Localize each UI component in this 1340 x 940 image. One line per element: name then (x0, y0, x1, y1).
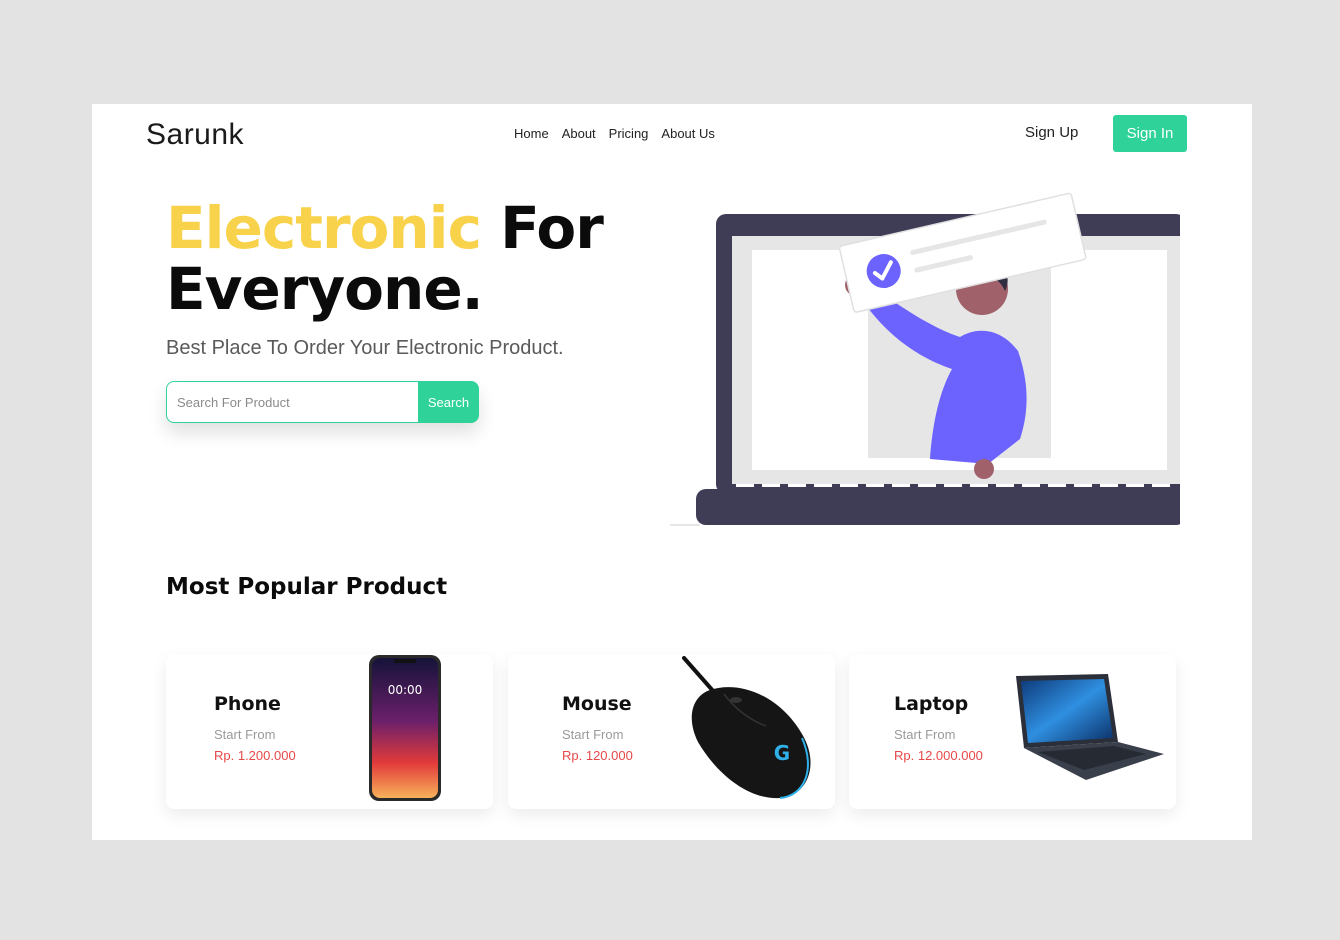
product-from-label: Start From (214, 727, 276, 742)
hero-title-rest: For (480, 194, 604, 262)
hero-subtitle: Best Place To Order Your Electronic Prod… (166, 337, 564, 359)
product-card-laptop[interactable]: Laptop Start From Rp. 12.000.000 (849, 654, 1176, 809)
nav-link-about-us[interactable]: About Us (661, 126, 714, 141)
section-title-popular: Most Popular Product (166, 574, 448, 600)
phone-screen-time: 00:00 (388, 683, 423, 697)
nav-link-home[interactable]: Home (514, 126, 549, 141)
product-from-label: Start From (894, 727, 956, 742)
product-name: Phone (214, 693, 281, 715)
sign-in-button[interactable]: Sign In (1113, 115, 1187, 152)
brand-logo[interactable]: Sarunk (146, 118, 244, 152)
product-price: Rp. 120.000 (562, 748, 633, 763)
product-search: Search (166, 381, 479, 423)
nav-link-pricing[interactable]: Pricing (609, 126, 649, 141)
person-hand-right (974, 459, 994, 479)
main-nav: Home About Pricing About Us (514, 126, 715, 141)
product-name: Laptop (894, 693, 969, 715)
product-price: Rp. 1.200.000 (214, 748, 296, 763)
keyboard-keys (736, 484, 1170, 487)
product-card-mouse[interactable]: Mouse Start From Rp. 120.000 G (508, 654, 835, 809)
nav-link-about[interactable]: About (562, 126, 596, 141)
hero-illustration (670, 192, 1180, 526)
mouse-icon: G (682, 656, 811, 799)
sign-up-link[interactable]: Sign Up (1025, 124, 1078, 141)
product-card-phone[interactable]: Phone Start From Rp. 1.200.000 00:00 (166, 654, 493, 809)
search-input[interactable] (166, 381, 418, 423)
hero-title: Electronic For Everyone. (166, 198, 604, 323)
search-button[interactable]: Search (418, 381, 479, 423)
product-price: Rp. 12.000.000 (894, 748, 983, 763)
product-name: Mouse (562, 693, 632, 715)
svg-text:G: G (774, 741, 790, 765)
laptop-base (696, 489, 1180, 525)
landing-page: Sarunk Home About Pricing About Us Sign … (92, 104, 1252, 840)
phone-icon: 00:00 (369, 655, 441, 801)
hero-title-accent: Electronic (166, 194, 482, 262)
product-from-label: Start From (562, 727, 624, 742)
hero-title-line2: Everyone. (166, 255, 484, 323)
laptop-icon (1016, 674, 1164, 780)
